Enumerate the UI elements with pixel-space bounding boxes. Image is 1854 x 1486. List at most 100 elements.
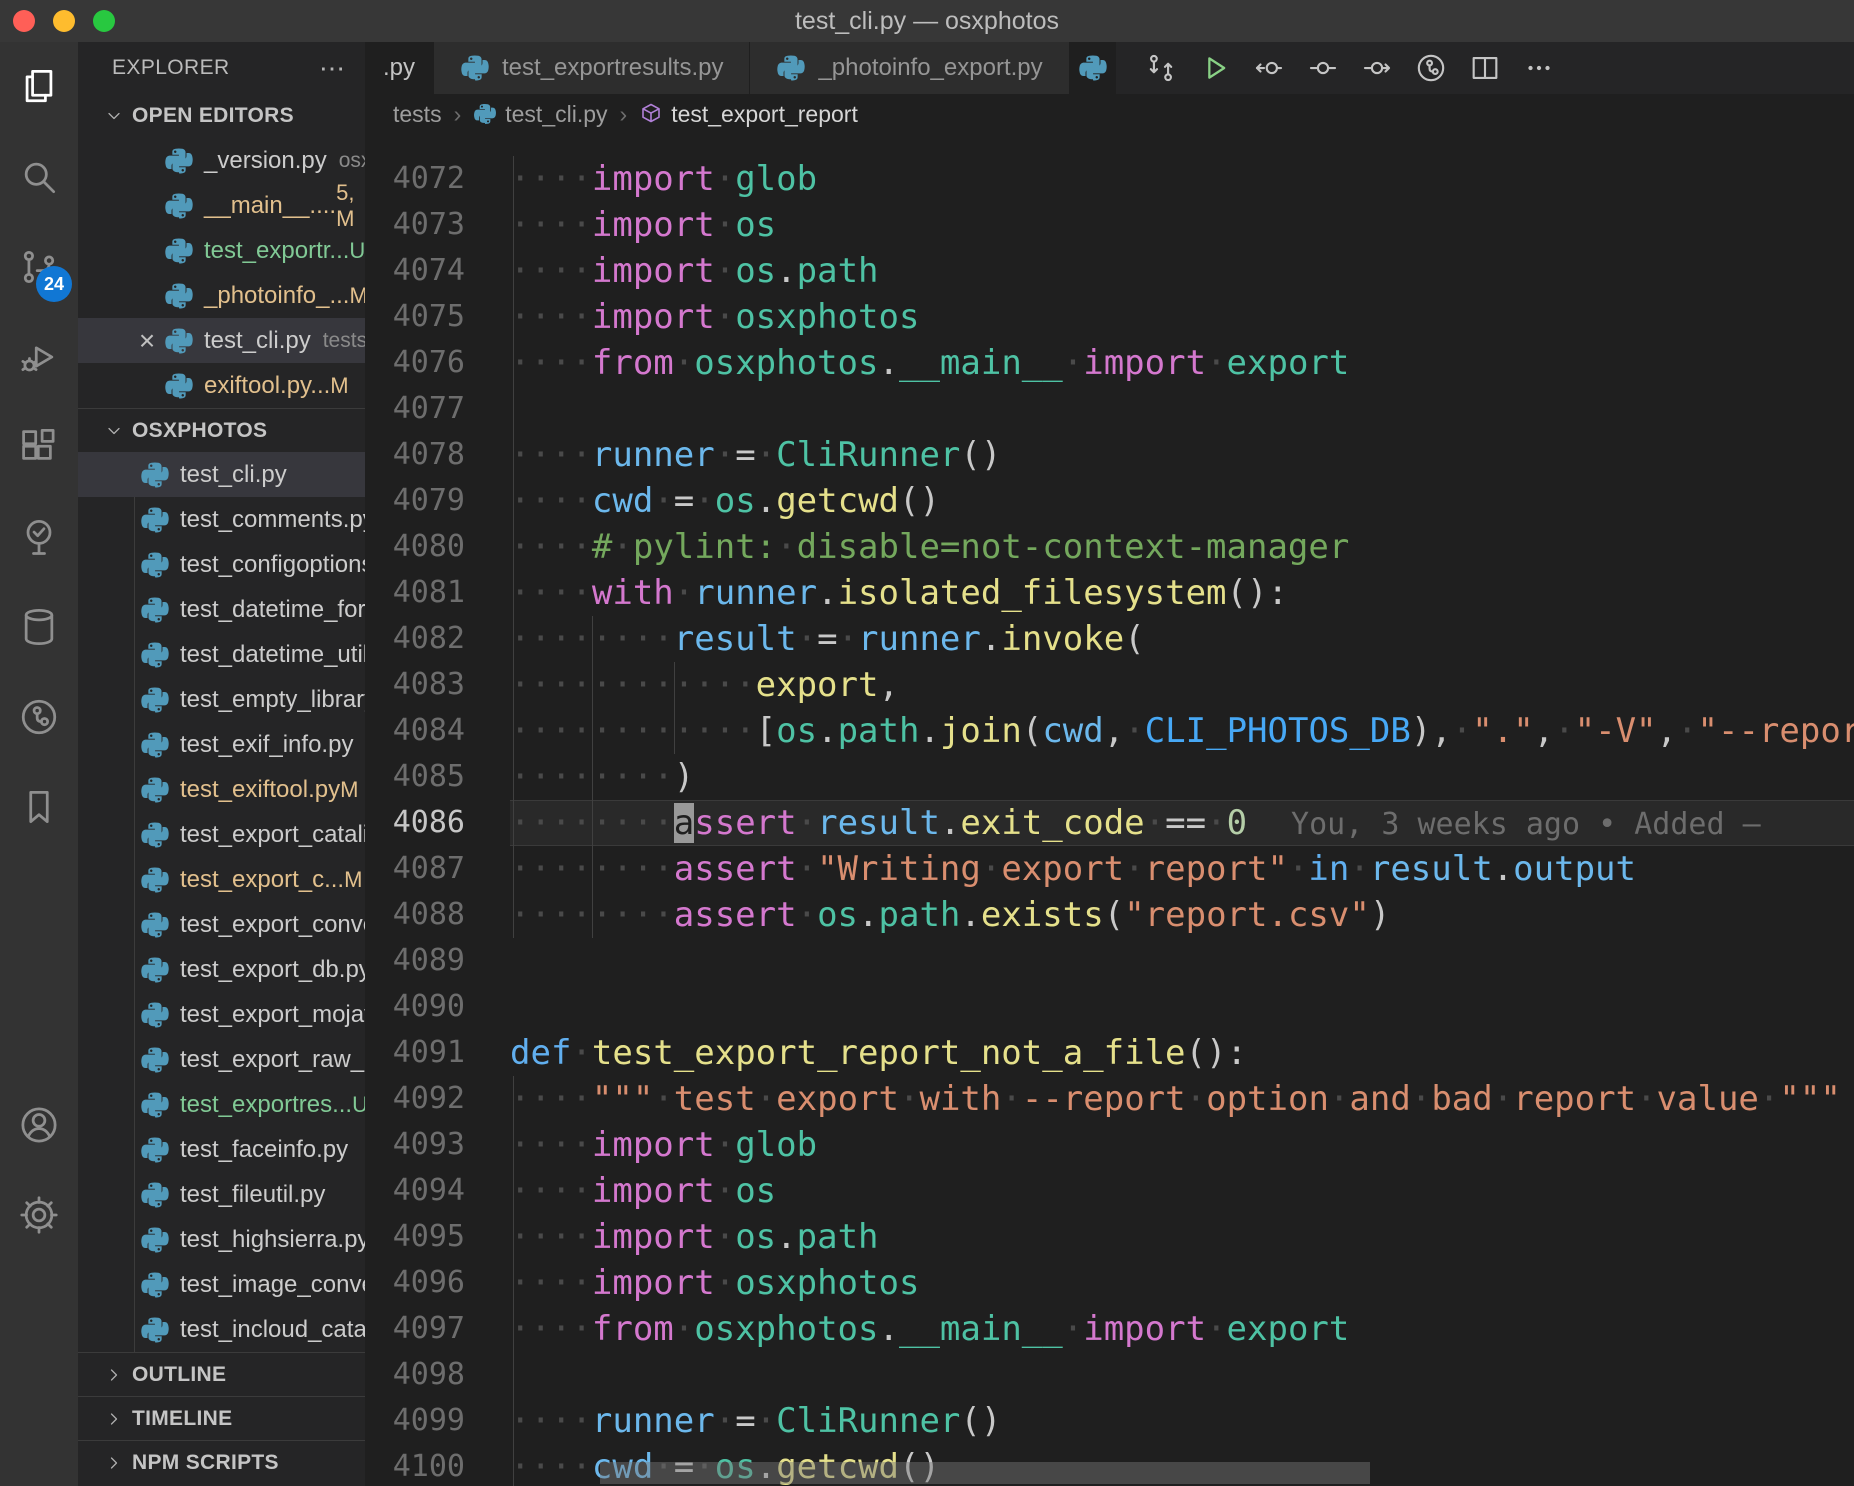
file-tree-item[interactable]: test_empty_library_... (78, 677, 365, 722)
code-line[interactable]: 4094····import·os (365, 1168, 1854, 1214)
breadcrumb-item[interactable]: tests (393, 101, 442, 128)
run-python-file-button[interactable] (1188, 42, 1242, 94)
section-timeline[interactable]: TIMELINE (78, 1396, 365, 1440)
activity-settings[interactable] (0, 1170, 78, 1260)
compare-changes-button[interactable] (1134, 42, 1188, 94)
code-line[interactable]: 4083············export, (365, 662, 1854, 708)
section-npm-scripts[interactable]: NPM SCRIPTS (78, 1440, 365, 1484)
open-editor-item[interactable]: ×test_cli.pytests (78, 318, 365, 363)
section-osxphotos[interactable]: OSXPHOTOS (78, 408, 365, 452)
code-line[interactable]: 4081····with·runner.isolated_filesystem(… (365, 570, 1854, 616)
open-editor-item[interactable]: _photoinfo_...M (78, 273, 365, 318)
file-tree-item[interactable]: test_export_raw_ca... (78, 1037, 365, 1082)
activity-search[interactable] (0, 132, 78, 222)
file-tree-item[interactable]: test_fileutil.py (78, 1172, 365, 1217)
code-line[interactable]: 4086········assert·result.exit_code·==·0… (365, 800, 1854, 846)
activity-todo-tree[interactable] (0, 492, 78, 582)
code-line[interactable]: 4098 (365, 1352, 1854, 1398)
close-icon[interactable]: × (130, 325, 164, 357)
line-number: 4097 (365, 1306, 510, 1352)
step-back-button[interactable] (1242, 42, 1296, 94)
file-tree-item[interactable]: test_export_conver... (78, 902, 365, 947)
file-tree-item[interactable]: test_exportres...U (78, 1082, 365, 1127)
breadcrumb-item[interactable]: test_export_report (639, 101, 858, 128)
file-tree-item[interactable]: test_exiftool.pyM (78, 767, 365, 812)
code-line[interactable]: 4074····import·os.path (365, 248, 1854, 294)
code-line[interactable]: 4095····import·os.path (365, 1214, 1854, 1260)
file-tree-item[interactable]: test_export_catalin... (78, 812, 365, 857)
code-line[interactable]: 4082········result·=·runner.invoke( (365, 616, 1854, 662)
code-line[interactable]: 4078····runner·=·CliRunner() (365, 432, 1854, 478)
python-icon (140, 775, 170, 805)
code-line[interactable]: 4073····import·os (365, 202, 1854, 248)
python-interpreter-button[interactable] (1070, 42, 1116, 94)
file-tree-item[interactable]: test_export_c...M (78, 857, 365, 902)
code-line[interactable]: 4090 (365, 984, 1854, 1030)
close-window-button[interactable] (13, 10, 35, 32)
split-editor-button[interactable] (1458, 42, 1512, 94)
file-tree-item[interactable]: test_exif_info.py (78, 722, 365, 767)
activity-bookmarks[interactable] (0, 762, 78, 852)
code-line[interactable]: 4076····from·osxphotos.__main__·import·e… (365, 340, 1854, 386)
file-tree-item[interactable]: test_highsierra.py (78, 1217, 365, 1262)
code-line[interactable]: 4097····from·osxphotos.__main__·import·e… (365, 1306, 1854, 1352)
code-line[interactable]: 4079····cwd·=·os.getcwd() (365, 478, 1854, 524)
activity-run-and-debug[interactable] (0, 312, 78, 402)
code-editor[interactable]: 4072····import·glob4073····import·os4074… (365, 134, 1854, 1486)
activity-source-control[interactable]: 24 (0, 222, 78, 312)
file-tree-item[interactable]: test_image_convert... (78, 1262, 365, 1307)
more-actions-button[interactable] (1512, 42, 1566, 94)
file-tree-item[interactable]: test_comments.py (78, 497, 365, 542)
code-line[interactable]: 4080····#·pylint:·disable=not-context-ma… (365, 524, 1854, 570)
breadcrumb-item[interactable]: test_cli.py (473, 101, 607, 128)
code-line[interactable]: 4088········assert·os.path.exists("repor… (365, 892, 1854, 938)
code-line[interactable]: 4077 (365, 386, 1854, 432)
file-tree-item[interactable]: test_export_db.py (78, 947, 365, 992)
gitlens-blame-annotation: You, 3 weeks ago • Added — (1291, 807, 1761, 842)
file-tree-item[interactable]: test_configoptions.... (78, 542, 365, 587)
section-outline[interactable]: OUTLINE (78, 1352, 365, 1396)
horizontal-scrollbar[interactable] (600, 1462, 1370, 1484)
file-name: exiftool.py... (204, 372, 330, 400)
activity-accounts[interactable] (0, 1080, 78, 1170)
file-tree-item[interactable]: test_export_mojave... (78, 992, 365, 1037)
open-editor-item[interactable]: exiftool.py...M (78, 363, 365, 408)
tab-test-exportresults-py[interactable]: test_exportresults.py (434, 42, 750, 94)
indent-guide (513, 1076, 514, 1486)
code-line[interactable]: 4089 (365, 938, 1854, 984)
activity-database[interactable] (0, 582, 78, 672)
tab--photoinfo-export-py[interactable]: _photoinfo_export.py (750, 42, 1069, 94)
activity-extensions[interactable] (0, 402, 78, 492)
tab--py[interactable]: .py (365, 42, 434, 94)
file-name: test_export_db.py (180, 956, 365, 984)
code-line[interactable]: 4087········assert·"Writing·export·repor… (365, 846, 1854, 892)
step-forward-button[interactable] (1350, 42, 1404, 94)
open-editor-item[interactable]: __main__....5, M (78, 183, 365, 228)
open-editor-item[interactable]: test_exportr...U (78, 228, 365, 273)
zoom-window-button[interactable] (93, 10, 115, 32)
activity-gitlens[interactable] (0, 672, 78, 762)
line-number: 4088 (365, 892, 510, 938)
gitlens-graph-button[interactable] (1404, 42, 1458, 94)
run-to-line-button[interactable] (1296, 42, 1350, 94)
file-tree-item[interactable]: test_datetime_utils.... (78, 632, 365, 677)
code-line[interactable]: 4096····import·osxphotos (365, 1260, 1854, 1306)
code-line[interactable]: 4092····"""·test·export·with·--report·op… (365, 1076, 1854, 1122)
file-tree-item[interactable]: test_incloud_catali... (78, 1307, 365, 1352)
code-line[interactable]: 4091def·test_export_report_not_a_file(): (365, 1030, 1854, 1076)
code-line[interactable]: 4099····runner·=·CliRunner() (365, 1398, 1854, 1444)
file-tree-item[interactable]: test_datetime_form... (78, 587, 365, 632)
file-tree-item[interactable]: test_cli.py (78, 452, 365, 497)
code-line[interactable]: 4093····import·glob (365, 1122, 1854, 1168)
code-line[interactable]: 4085········) (365, 754, 1854, 800)
section-open-editors[interactable]: OPEN EDITORS (78, 94, 365, 138)
code-line[interactable]: 4072····import·glob (365, 156, 1854, 202)
minimize-window-button[interactable] (53, 10, 75, 32)
code-line[interactable]: 4084············[os.path.join(cwd,·CLI_P… (365, 708, 1854, 754)
activity-explorer[interactable] (0, 42, 78, 132)
sidebar-more-actions-icon[interactable]: ⋯ (319, 63, 345, 73)
open-editor-item[interactable]: _version.pyosxp... (78, 138, 365, 183)
file-tree-item[interactable]: test_faceinfo.py (78, 1127, 365, 1172)
section-label: OPEN EDITORS (132, 104, 294, 128)
code-line[interactable]: 4075····import·osxphotos (365, 294, 1854, 340)
